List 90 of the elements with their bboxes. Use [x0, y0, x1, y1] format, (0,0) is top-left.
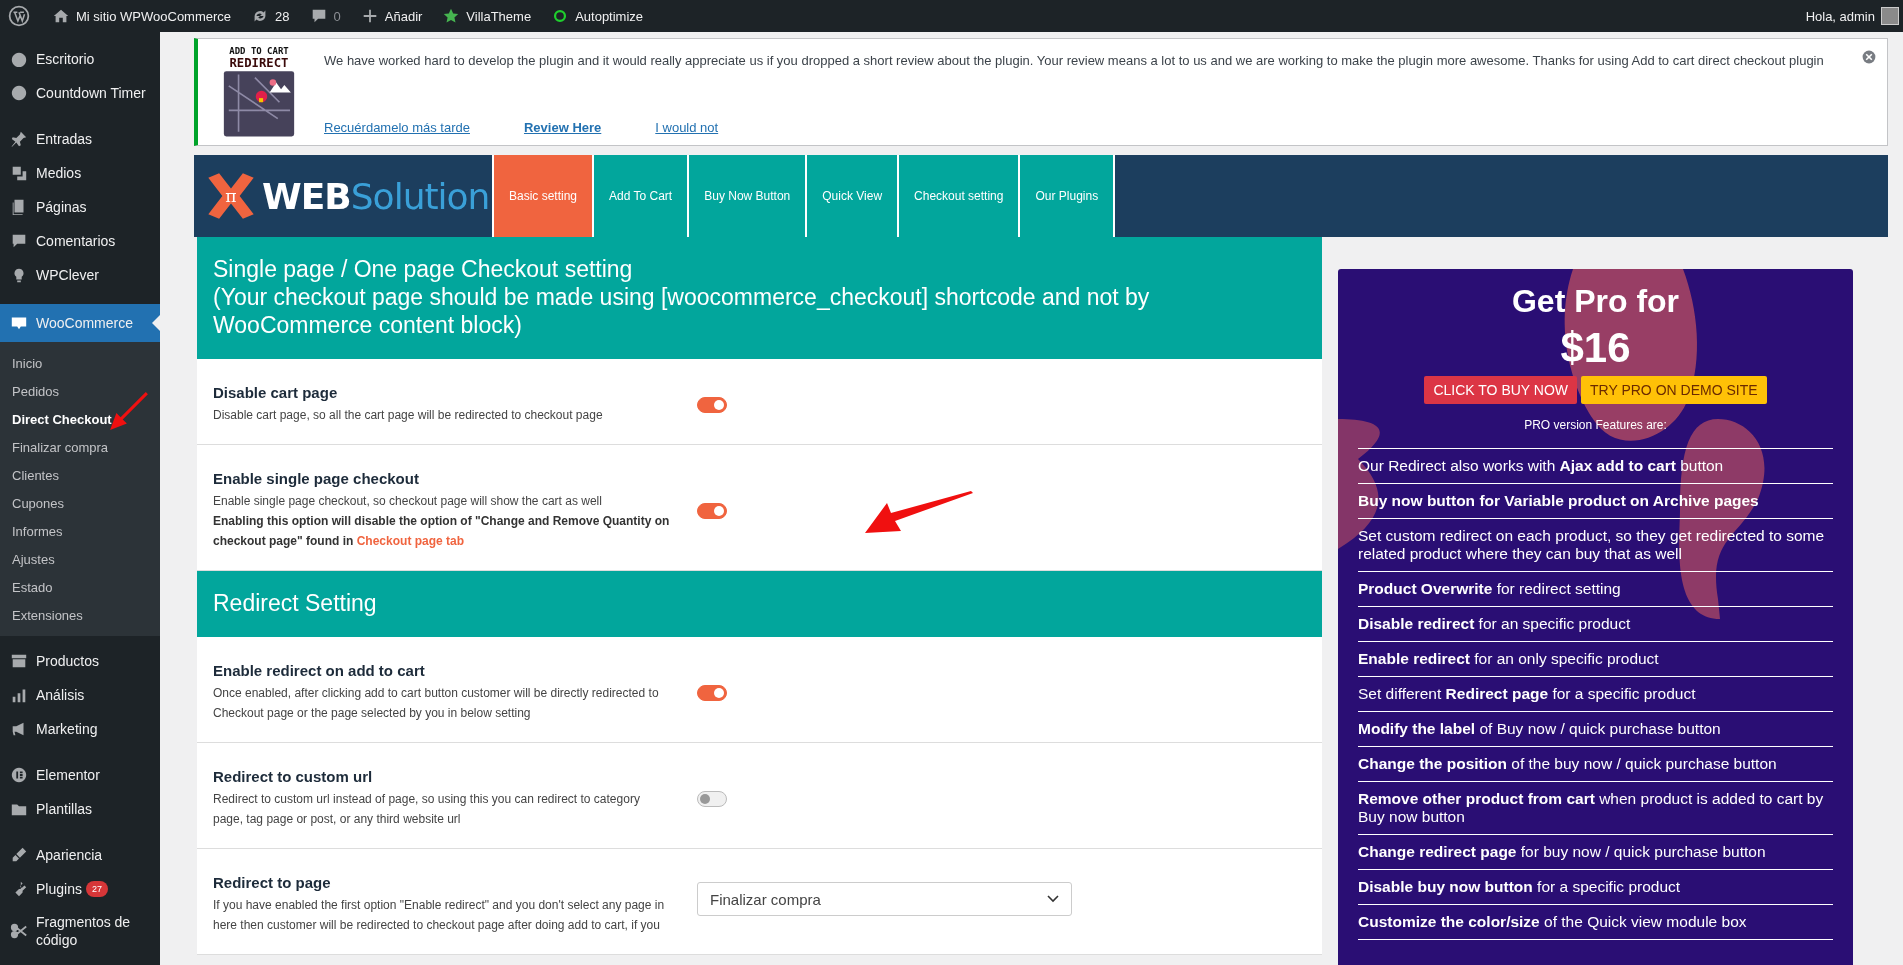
setting-description: Disable cart page, so all the cart page will be redirected to checkout page: [213, 407, 604, 424]
site-name-link[interactable]: Mi sitio WPWooCommerce: [42, 0, 242, 32]
setting-description: Redirect to custom url instead of page, so using this you can redirect to category page, tag page or post, or any third website url: [213, 791, 641, 828]
section-title: Single page / One page Checkout setting: [213, 255, 634, 283]
submenu-item[interactable]: Informes: [0, 518, 160, 546]
submenu-item[interactable]: Ajustes: [0, 546, 160, 574]
menu-icon: [10, 766, 28, 784]
section-title: (Your checkout page should be made using [woocommerce_checkout] shortcode and not by WooCommerce content block): [213, 283, 1151, 339]
avatar-placeholder: [1881, 7, 1899, 25]
menu-icon: [10, 164, 28, 182]
star-icon: [442, 7, 461, 25]
submenu-item[interactable]: Estado: [0, 574, 160, 602]
sidebar-item[interactable]: WooCommerce: [0, 304, 160, 342]
sidebar-item[interactable]: Entradas: [0, 122, 160, 156]
notice-link[interactable]: Recuérdamelo más tarde: [324, 120, 470, 135]
feature-item: Change the position of the buy now / quick purchase button: [1358, 747, 1833, 782]
setting-description: If you have enabled the first option "Enable redirect" and you don't select any page in here then customer will be redirected to checkout page after doing add to cart, if you: [213, 897, 666, 934]
feature-item: Customize the color/size of the Quick view module box: [1358, 905, 1833, 940]
notice-link[interactable]: Review Here: [523, 120, 602, 135]
chevron-down-icon: [1047, 895, 1059, 903]
feature-item: Modify the label of Buy now / quick purchase button: [1358, 712, 1833, 747]
annotation-arrow-icon: [865, 491, 975, 536]
submenu-item[interactable]: Cupones: [0, 490, 160, 518]
dismiss-icon[interactable]: [1861, 49, 1877, 65]
submenu-item[interactable]: Pedidos: [0, 378, 160, 406]
menu-icon: [10, 84, 28, 102]
sidebar-item[interactable]: Análisis: [0, 678, 160, 712]
sidebar-item[interactable]: Páginas: [0, 190, 160, 224]
feature-item: Set custom redirect on each product, so they get redirected to some related product where they can buy that as well: [1358, 519, 1833, 572]
pro-subtitle: PRO version Features are:: [1523, 418, 1668, 432]
sidebar-item[interactable]: Medios: [0, 156, 160, 190]
feature-item: Our Redirect also works with Ajax add to cart button: [1358, 449, 1833, 484]
setting-note: Enabling this option will disable the option of "Change and Remove Quantity on checkout page" found in Checkout page tab: [213, 513, 671, 550]
feature-item: Buy now button for Variable product on Archive pages: [1358, 484, 1833, 519]
sidebar-item[interactable]: Elementor: [0, 758, 160, 792]
villatheme-link[interactable]: VillaTheme: [432, 0, 542, 32]
submenu-item[interactable]: Clientes: [0, 462, 160, 490]
feature-item: Set different Redirect page for a specific product: [1358, 677, 1833, 712]
toggle-switch[interactable]: [697, 790, 727, 807]
pro-button[interactable]: TRY PRO ON DEMO SITE: [1581, 376, 1767, 404]
sidebar-item[interactable]: Plantillas: [0, 792, 160, 826]
submenu-item[interactable]: Extensiones: [0, 602, 160, 630]
sidebar-item[interactable]: Apariencia: [0, 838, 160, 872]
comments-link[interactable]: 0: [299, 0, 351, 32]
setting-description: Once enabled, after clicking add to cart button customer will be directly redirected to Checkout page or the page selected by you in below setting: [213, 685, 660, 722]
updates-link[interactable]: 28: [241, 0, 300, 32]
sidebar-item[interactable]: Plugins 27: [0, 872, 160, 906]
section-title: Redirect Setting: [213, 589, 378, 617]
notice-message: We have worked hard to develop the plugin and it would really appreciate us if you dropped a short review about the plugin. Your review means a lot to us and we are working to make the plugin more awesome. Thanks for using Add to cart direct checkout plugin: [324, 52, 1825, 70]
setting-title: Redirect to custom url: [213, 768, 374, 785]
setting-title: Enable single page checkout: [213, 470, 420, 487]
page-select[interactable]: Finalizar compra: [697, 882, 1072, 916]
pro-button[interactable]: CLICK TO BUY NOW: [1424, 376, 1578, 404]
setting-title: Disable cart page: [213, 384, 339, 401]
autoptimize-link[interactable]: Autoptimize: [541, 0, 654, 32]
feature-item: Product Overwrite for redirect setting: [1358, 572, 1833, 607]
notice-link[interactable]: I would not: [655, 120, 719, 135]
toggle-switch[interactable]: [697, 396, 727, 413]
home-icon: [52, 7, 70, 25]
sidebar-item[interactable]: Comentarios: [0, 224, 160, 258]
toggle-switch[interactable]: [697, 502, 727, 519]
count-badge: 27: [85, 881, 108, 897]
submenu-item[interactable]: Finalizar compra: [0, 434, 160, 462]
menu-icon: [10, 846, 28, 864]
toggle-switch[interactable]: [697, 684, 727, 701]
setting-title: Enable redirect on add to cart: [213, 662, 426, 679]
feature-item: Change redirect page for buy now / quick purchase button: [1358, 835, 1833, 870]
feature-item: Enable redirect for an only specific product: [1358, 642, 1833, 677]
feature-item: Disable redirect for an specific product: [1358, 607, 1833, 642]
wordpress-logo-icon[interactable]: [8, 5, 30, 27]
menu-icon: [10, 922, 28, 940]
sidebar-item[interactable]: Escritorio: [0, 42, 160, 76]
setting-title: Redirect to page: [213, 874, 332, 891]
account-link[interactable]: Hola, admin: [1795, 0, 1903, 32]
setting-description: Enable single page checkout, so checkout page will show the cart as well: [213, 493, 603, 510]
feature-item: Disable buy now button for a specific product: [1358, 870, 1833, 905]
pro-title: Get Pro for: [1510, 283, 1681, 320]
brand-name: WEBSolution: [262, 175, 490, 217]
submenu-item[interactable]: Direct Checkout: [0, 406, 160, 434]
add-new-link[interactable]: Añadir: [350, 0, 433, 32]
sidebar-item[interactable]: Marketing: [0, 712, 160, 746]
sidebar-item[interactable]: WPClever: [0, 258, 160, 292]
sidebar-item[interactable]: Countdown Timer: [0, 76, 160, 110]
menu-icon: [10, 652, 28, 670]
menu-icon: [10, 130, 28, 148]
submenu-item[interactable]: Inicio: [0, 350, 160, 378]
sidebar-item[interactable]: Productos: [0, 644, 160, 678]
sidebar-item[interactable]: Fragmentos de código: [0, 906, 160, 956]
feature-item: Remove other product from cart when product is added to cart by Buy now button: [1358, 782, 1833, 835]
menu-icon: [10, 50, 28, 68]
